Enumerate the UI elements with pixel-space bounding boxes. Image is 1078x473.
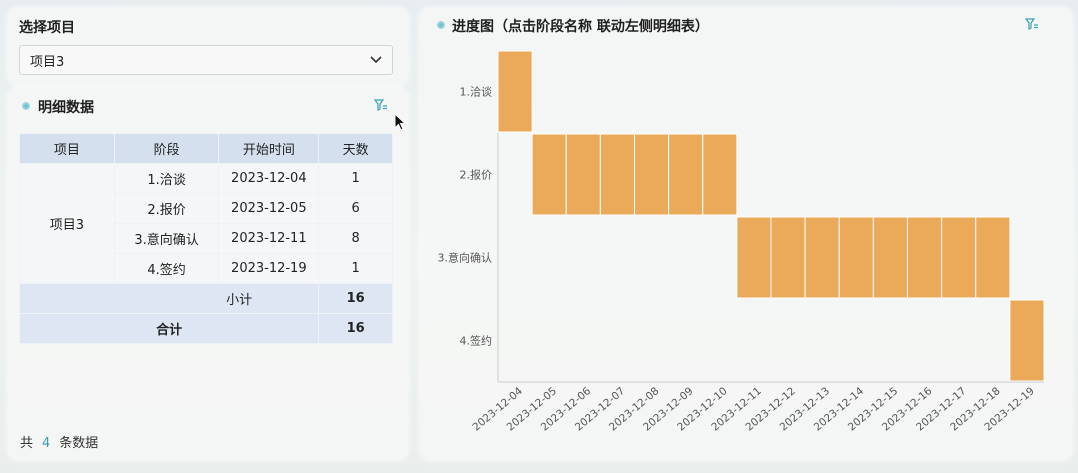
y-tick-label[interactable]: 4.签约 bbox=[460, 334, 493, 348]
start-cell: 2023-12-05 bbox=[218, 193, 320, 224]
project-dropdown[interactable]: 项目3 bbox=[19, 45, 393, 75]
project-dropdown-value: 项目3 bbox=[30, 54, 65, 70]
start-cell: 2023-12-11 bbox=[218, 223, 320, 254]
days-cell: 6 bbox=[318, 193, 393, 224]
days-cell: 8 bbox=[318, 223, 393, 254]
gantt-bar-segment[interactable] bbox=[838, 216, 874, 299]
title-dot-icon bbox=[22, 102, 30, 110]
stage-cell: 4.签约 bbox=[113, 253, 220, 284]
gantt-bar-segment[interactable] bbox=[872, 216, 908, 299]
gantt-bar-segment[interactable] bbox=[804, 216, 840, 299]
table-header-row: 项目 阶段 开始时间 天数 bbox=[19, 133, 393, 164]
subtotal-label: 小计 bbox=[18, 283, 320, 314]
stage-cell: 1.洽谈 bbox=[113, 163, 220, 194]
header-start-time[interactable]: 开始时间 bbox=[218, 133, 320, 164]
gantt-bar-segment[interactable] bbox=[668, 133, 704, 216]
gantt-bar-segment[interactable] bbox=[770, 216, 806, 299]
subtotal-value: 16 bbox=[318, 283, 393, 314]
gantt-bar-segment[interactable] bbox=[941, 216, 977, 299]
gantt-bar-segment[interactable] bbox=[634, 133, 670, 216]
detail-panel: 明细数据 项目 阶段 开始时间 天数 项目3 1.洽谈 2023-12-04 1 bbox=[8, 88, 408, 460]
record-count-prefix: 共 bbox=[20, 436, 34, 451]
gantt-bar-segment[interactable] bbox=[531, 133, 567, 216]
detail-table: 项目 阶段 开始时间 天数 项目3 1.洽谈 2023-12-04 1 2.报价… bbox=[18, 133, 393, 344]
stage-cell: 2.报价 bbox=[113, 193, 220, 224]
y-tick-label[interactable]: 3.意向确认 bbox=[438, 251, 493, 265]
record-count-suffix: 条数据 bbox=[59, 436, 99, 451]
detail-title: 明细数据 bbox=[38, 100, 94, 116]
chart-panel: 进度图（点击阶段名称 联动左侧明细表） 1.洽谈 2.报价 3.意向确认 4.签约 20… bbox=[420, 8, 1072, 460]
filter-icon[interactable] bbox=[374, 98, 388, 112]
gantt-chart: 1.洽谈2.报价3.意向确认4.签约2023-12-042023-12-0520… bbox=[438, 50, 1045, 434]
header-stage[interactable]: 阶段 bbox=[113, 133, 220, 164]
header-project[interactable]: 项目 bbox=[19, 133, 115, 164]
gantt-bar-segment[interactable] bbox=[497, 50, 533, 133]
gantt-bar-segment[interactable] bbox=[565, 133, 601, 216]
total-value: 16 bbox=[318, 313, 393, 344]
header-days[interactable]: 天数 bbox=[318, 133, 393, 164]
project-cell: 项目3 bbox=[19, 163, 115, 284]
project-select-panel: 选择项目 项目3 bbox=[8, 8, 408, 86]
record-count: 共 4 条数据 bbox=[20, 432, 98, 451]
gantt-bar-segment[interactable] bbox=[599, 133, 635, 216]
start-cell: 2023-12-19 bbox=[218, 253, 320, 284]
total-label: 合计 bbox=[18, 313, 320, 344]
table-row: 项目3 1.洽谈 2023-12-04 1 bbox=[19, 163, 393, 284]
start-cell: 2023-12-04 bbox=[218, 163, 320, 194]
stage-cell: 3.意向确认 bbox=[113, 223, 220, 254]
days-cell: 1 bbox=[318, 253, 393, 284]
subtotal-row: 小计 16 bbox=[18, 283, 393, 314]
gantt-bar-segment[interactable] bbox=[1009, 299, 1045, 382]
record-count-number: 4 bbox=[42, 436, 51, 451]
mouse-cursor-icon bbox=[394, 113, 407, 131]
gantt-bar-segment[interactable] bbox=[736, 216, 772, 299]
chevron-down-icon bbox=[370, 56, 382, 64]
gantt-bar-segment[interactable] bbox=[975, 216, 1011, 299]
project-select-title: 选择项目 bbox=[19, 20, 75, 36]
days-cell: 1 bbox=[318, 163, 393, 194]
total-row: 合计 16 bbox=[18, 313, 393, 344]
y-tick-label[interactable]: 2.报价 bbox=[460, 168, 493, 182]
gantt-bar-segment[interactable] bbox=[702, 133, 738, 216]
y-tick-label[interactable]: 1.洽谈 bbox=[460, 86, 493, 99]
gantt-bar-segment[interactable] bbox=[907, 216, 943, 299]
